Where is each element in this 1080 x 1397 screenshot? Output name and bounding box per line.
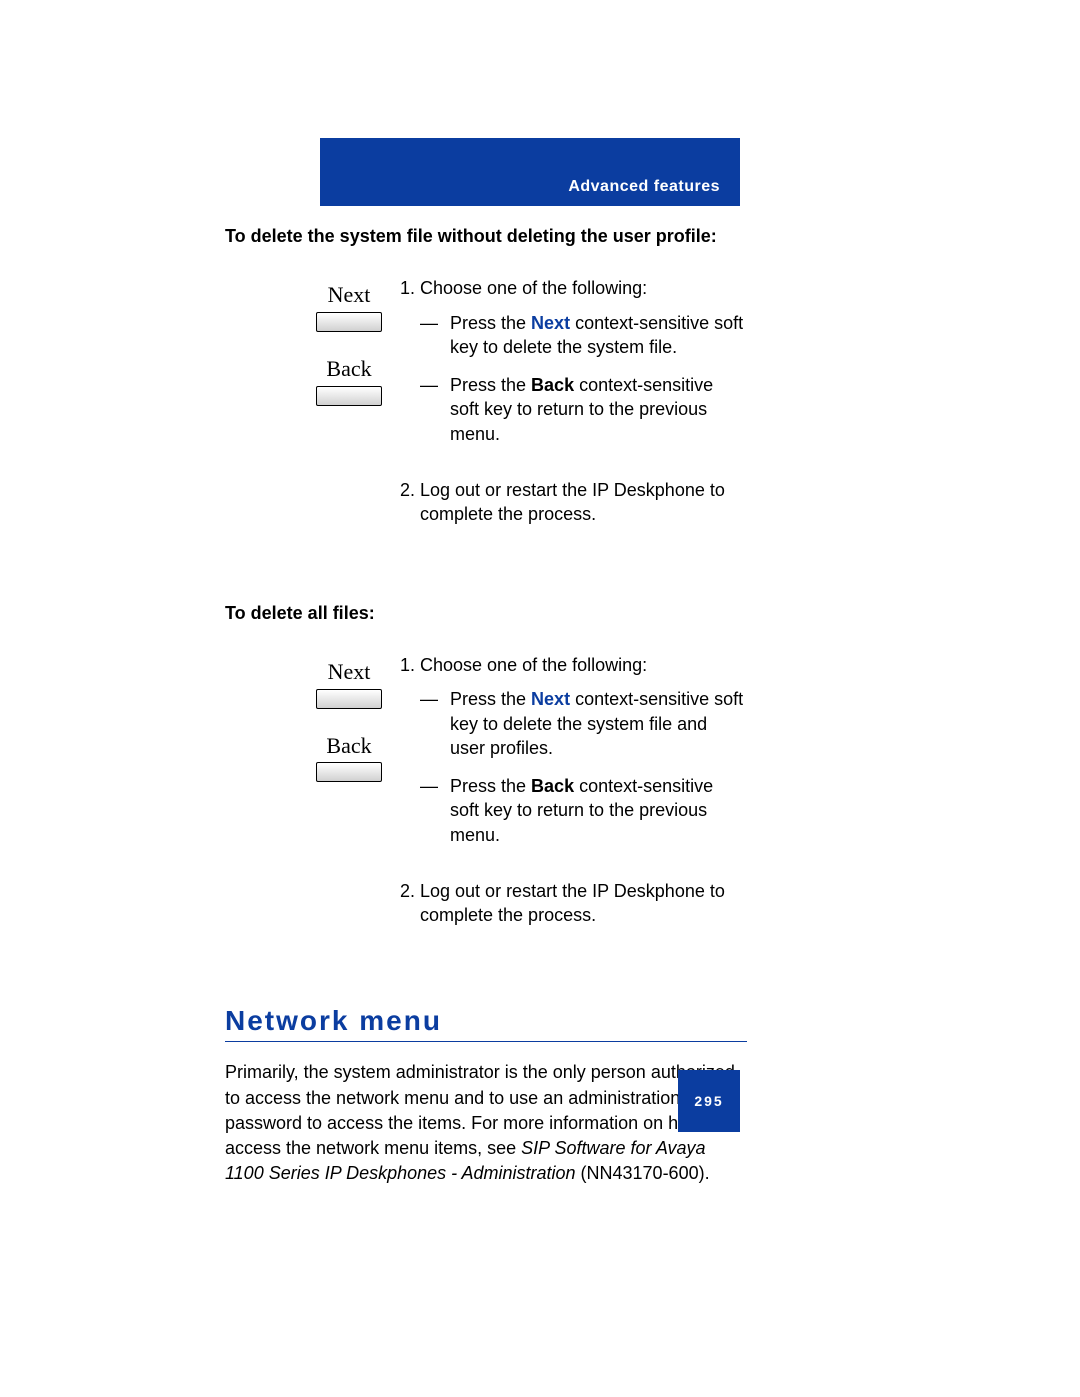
steps-column: Choose one of the following: Press the N… [395,276,747,558]
steps-column: Choose one of the following: Press the N… [395,653,747,960]
text: Press the [450,313,531,333]
softkey-column: Next Back [225,276,395,558]
softkey-button-icon [316,386,382,406]
document-page: Advanced features To delete the system f… [0,0,1080,1397]
key-ref: Next [531,313,570,333]
key-ref: Back [531,375,574,395]
ordered-steps: Choose one of the following: Press the N… [395,653,747,928]
softkey-column: Next Back [225,653,395,960]
procedure-title: To delete all files: [225,601,747,625]
softkey-button-icon [316,762,382,782]
page-number: 295 [678,1070,740,1132]
text: Log out or restart the IP Deskphone to c… [420,480,725,524]
text: (NN43170-600). [576,1163,710,1183]
step-2: Log out or restart the IP Deskphone to c… [420,879,747,928]
softkey-button-icon [316,689,382,709]
text: Press the [450,689,531,709]
text: Log out or restart the IP Deskphone to c… [420,881,725,925]
step-intro: Choose one of the following: [420,655,647,675]
softkey-next: Next [303,657,395,709]
page-number-value: 295 [694,1093,723,1109]
softkey-next-label: Next [317,280,381,310]
header-section-label: Advanced features [568,178,720,196]
ordered-steps: Choose one of the following: Press the N… [395,276,747,526]
softkey-back: Back [303,731,395,783]
substep: Press the Back context-sensitive soft ke… [420,373,747,446]
substep: Press the Back context-sensitive soft ke… [420,774,747,847]
text: Press the [450,776,531,796]
page-content: To delete the system file without deleti… [225,224,747,1186]
substep: Press the Next context-sensitive soft ke… [420,687,747,760]
procedure-block: Next Back Choose one of the following: P… [225,653,747,960]
softkey-back-label: Back [317,731,381,761]
procedure-block: Next Back Choose one of the following: P… [225,276,747,558]
softkey-back-label: Back [317,354,381,384]
step-1: Choose one of the following: Press the N… [420,653,747,847]
substep: Press the Next context-sensitive soft ke… [420,311,747,360]
softkey-button-icon [316,312,382,332]
softkey-next: Next [303,280,395,332]
key-ref: Next [531,689,570,709]
step-1: Choose one of the following: Press the N… [420,276,747,446]
procedure-title: To delete the system file without deleti… [225,224,747,248]
step-2: Log out or restart the IP Deskphone to c… [420,478,747,527]
section-paragraph: Primarily, the system administrator is t… [225,1060,747,1186]
substep-list: Press the Next context-sensitive soft ke… [420,687,747,847]
section-heading: Network menu [225,1002,747,1043]
softkey-next-label: Next [317,657,381,687]
substep-list: Press the Next context-sensitive soft ke… [420,311,747,446]
text: Press the [450,375,531,395]
header-bar: Advanced features [320,138,740,206]
key-ref: Back [531,776,574,796]
step-intro: Choose one of the following: [420,278,647,298]
softkey-back: Back [303,354,395,406]
